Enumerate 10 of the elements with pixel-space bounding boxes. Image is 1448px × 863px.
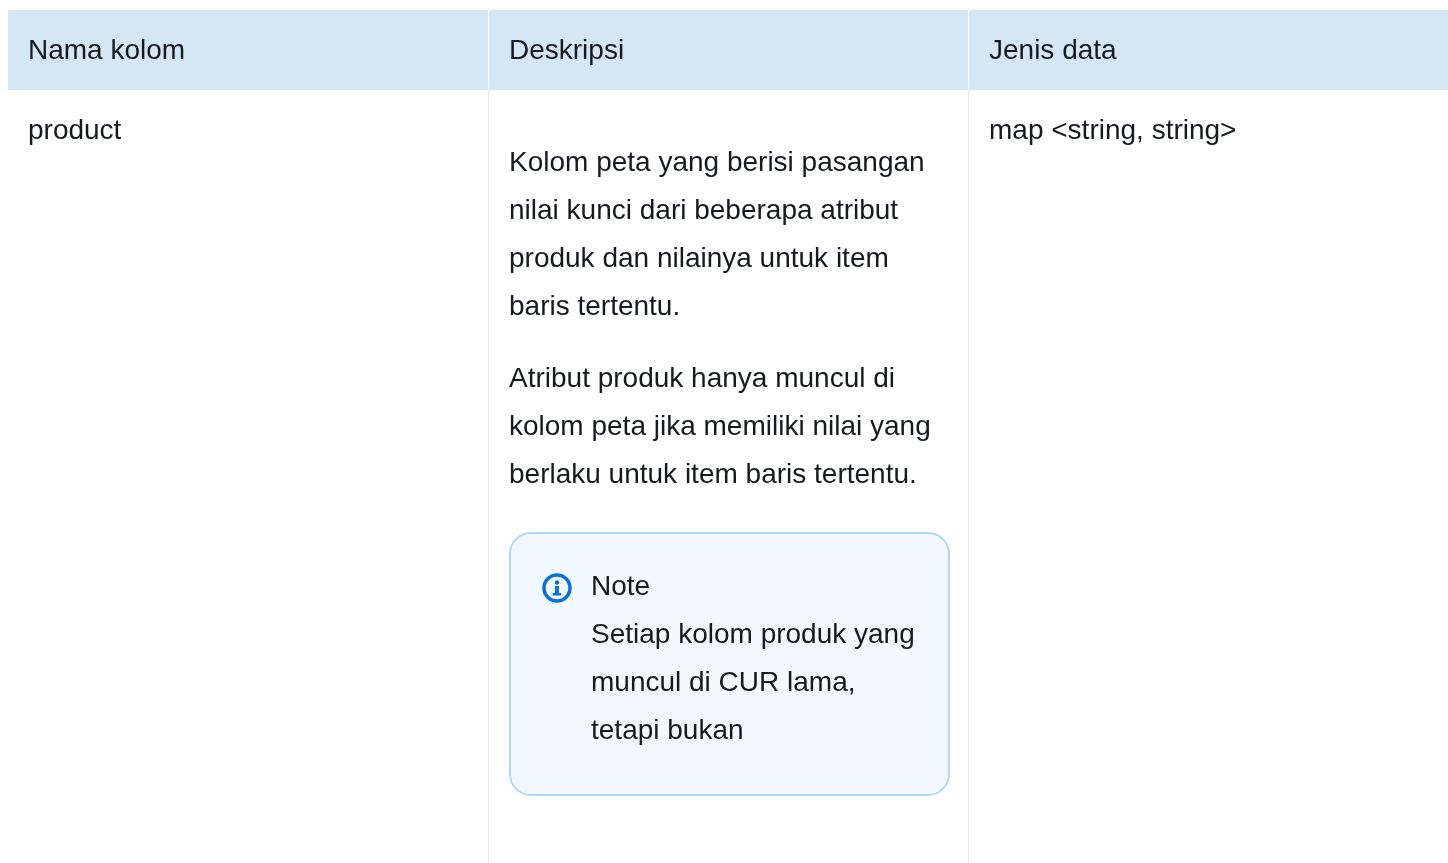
column-header: Nama kolom [8, 10, 488, 90]
column-header: Jenis data [968, 10, 1448, 90]
table-cell: product [28, 114, 122, 145]
note-title: Note [591, 569, 652, 603]
note-text: Setiap kolom produk yang muncul di CUR lama, tetapi bukan [591, 617, 916, 747]
info-icon [541, 572, 573, 604]
description-paragraph: Atribut produk hanya muncul di kolom peta jika memiliki nilai yang berlaku untuk item baris tertentu. [509, 361, 932, 491]
column-header: Deskripsi [488, 10, 968, 90]
table-cell: map <string, string> [989, 114, 1237, 145]
description-paragraph: Kolom peta yang berisi pasangan nilai kunci dari beberapa atribut produk dan nilainya untuk item baris tertentu. [509, 145, 926, 323]
